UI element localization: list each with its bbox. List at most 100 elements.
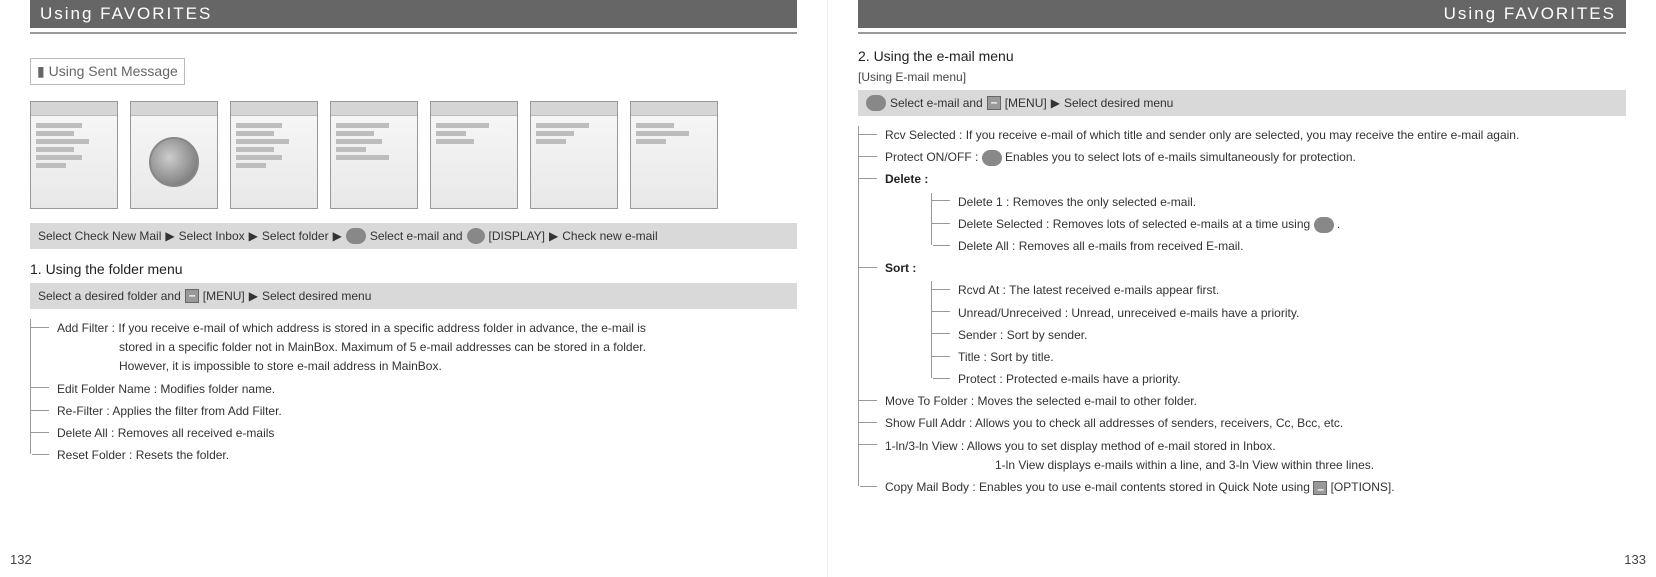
tree-label: [OPTIONS]. — [1331, 480, 1395, 494]
tree-item: Re-Filter : Applies the filter from Add … — [45, 402, 797, 421]
step-text: [MENU] — [1005, 96, 1047, 110]
tree-label-cont: stored in a specific folder not in MainB… — [57, 338, 797, 357]
document-spread: Using FAVORITES ▮ Using Sent Message — [0, 0, 1656, 577]
tree-subitem: Rcvd At : The latest received e-mails ap… — [946, 281, 1626, 300]
tree-item: Edit Folder Name : Modifies folder name. — [45, 380, 797, 399]
step-text: Select e-mail and — [370, 229, 463, 243]
bracket-note: [Using E-mail menu] — [858, 70, 1626, 84]
step-text: Select desired menu — [1064, 96, 1173, 110]
page-number-right: 133 — [1624, 552, 1646, 567]
display-button-icon — [467, 228, 485, 244]
instruction-strip-2: Select a desired folder and [MENU] ▶ Sel… — [30, 283, 797, 309]
tree-label: 1-ln/3-ln View : Allows you to set displ… — [885, 439, 1276, 453]
instruction-strip-1: Select Check New Mail ▶ Select Inbox ▶ S… — [30, 223, 797, 249]
subsection-heading: 2. Using the e-mail menu — [858, 48, 1626, 64]
menu-button-icon — [987, 96, 1001, 110]
tree-label: Title : Sort by title. — [958, 350, 1054, 364]
step-text: Select a desired folder and — [38, 289, 181, 303]
tree-label: Delete All : Removes all received e-mail… — [57, 426, 274, 440]
phone-screenshot — [630, 101, 718, 209]
step-text: Select desired menu — [262, 289, 371, 303]
instruction-strip-right: Select e-mail and [MENU] ▶ Select desire… — [858, 90, 1626, 116]
tree-label: Copy Mail Body : Enables you to use e-ma… — [885, 480, 1313, 494]
arrow-icon: ▶ — [165, 229, 174, 243]
arrow-icon: ▶ — [333, 229, 342, 243]
tree-item: Add Filter : If you receive e-mail of wh… — [45, 319, 797, 377]
tree-label: Sort : — [885, 261, 916, 275]
tree-label: Add Filter : If you receive e-mail of wh… — [57, 321, 646, 335]
tree-label: Delete Selected : Removes lots of select… — [958, 217, 1314, 231]
tree-subitem: Delete All : Removes all e-mails from re… — [946, 237, 1626, 256]
menu-button-icon — [185, 289, 199, 303]
tree-label: Sender : Sort by sender. — [958, 328, 1087, 342]
tree-label: Enables you to select lots of e-mails si… — [1005, 150, 1356, 164]
menu-button-icon — [1313, 481, 1327, 495]
arrow-icon: ▶ — [249, 229, 258, 243]
tree-label: Delete : — [885, 172, 928, 186]
arrow-icon: ▶ — [1051, 96, 1060, 110]
tree-item: Protect ON/OFF : Enables you to select l… — [873, 148, 1626, 167]
page-left: Using FAVORITES ▮ Using Sent Message — [0, 0, 828, 577]
tree-item: 1-ln/3-ln View : Allows you to set displ… — [873, 437, 1626, 475]
tree-subitem: Protect : Protected e-mails have a prior… — [946, 370, 1626, 389]
phone-screenshot — [230, 101, 318, 209]
divider — [30, 32, 797, 34]
tree-item: Delete All : Removes all received e-mail… — [45, 424, 797, 443]
tree-item: Sort : Rcvd At : The latest received e-m… — [873, 259, 1626, 389]
tree-subitem: Delete 1 : Removes the only selected e-m… — [946, 193, 1626, 212]
step-text: Select Inbox — [179, 229, 245, 243]
tree-label: Delete 1 : Removes the only selected e-m… — [958, 195, 1196, 209]
tree-item: Rcv Selected : If you receive e-mail of … — [873, 126, 1626, 145]
step-text: [DISPLAY] — [489, 229, 545, 243]
menu-tree-left: Add Filter : If you receive e-mail of wh… — [30, 319, 797, 465]
step-text: Select e-mail and — [890, 96, 983, 110]
tree-subitem: Title : Sort by title. — [946, 348, 1626, 367]
screenshot-row — [30, 101, 797, 209]
tree-subitem: Sender : Sort by sender. — [946, 326, 1626, 345]
subsection-heading: 1. Using the folder menu — [30, 261, 797, 277]
tree-subitem: Unread/Unreceived : Unread, unreceived e… — [946, 304, 1626, 323]
tree-item: Reset Folder : Resets the folder. — [45, 446, 797, 465]
tree-label: Unread/Unreceived : Unread, unreceived e… — [958, 306, 1299, 320]
phone-screenshot — [330, 101, 418, 209]
tree-label: Rcv Selected : If you receive e-mail of … — [885, 128, 1519, 142]
tree-label: Show Full Addr : Allows you to check all… — [885, 416, 1343, 430]
tree-label: Move To Folder : Moves the selected e-ma… — [885, 394, 1197, 408]
nav-pad-icon — [866, 95, 886, 111]
divider — [858, 32, 1626, 34]
title-text: Using FAVORITES — [40, 4, 212, 24]
nav-pad-icon — [1314, 217, 1334, 233]
nav-pad-icon — [346, 228, 366, 244]
tree-item: Delete : Delete 1 : Removes the only sel… — [873, 170, 1626, 256]
step-text: [MENU] — [203, 289, 245, 303]
tree-label: Reset Folder : Resets the folder. — [57, 448, 229, 462]
arrow-icon: ▶ — [549, 229, 558, 243]
tree-item: Move To Folder : Moves the selected e-ma… — [873, 392, 1626, 411]
phone-screenshot — [430, 101, 518, 209]
page-title-right: Using FAVORITES — [858, 0, 1626, 28]
arrow-icon: ▶ — [249, 289, 258, 303]
phone-screenshot — [130, 101, 218, 209]
step-text: Check new e-mail — [562, 229, 657, 243]
step-text: Select folder — [262, 229, 329, 243]
tree-label-cont: However, it is impossible to store e-mai… — [57, 357, 797, 376]
menu-tree-right: Rcv Selected : If you receive e-mail of … — [858, 126, 1626, 497]
section-heading: ▮ Using Sent Message — [30, 58, 185, 85]
tree-item: Show Full Addr : Allows you to check all… — [873, 414, 1626, 433]
tree-label: Protect ON/OFF : — [885, 150, 982, 164]
page-right: Using FAVORITES 2. Using the e-mail menu… — [828, 0, 1656, 577]
phone-screenshot — [530, 101, 618, 209]
page-title-left: Using FAVORITES — [30, 0, 797, 28]
tree-item: Copy Mail Body : Enables you to use e-ma… — [873, 478, 1626, 497]
title-text: Using FAVORITES — [1444, 4, 1616, 24]
tree-label: Edit Folder Name : Modifies folder name. — [57, 382, 275, 396]
tree-label: . — [1337, 217, 1340, 231]
nav-pad-icon — [982, 150, 1002, 166]
tree-label: Protect : Protected e-mails have a prior… — [958, 372, 1181, 386]
page-number-left: 132 — [10, 552, 32, 567]
tree-label: Rcvd At : The latest received e-mails ap… — [958, 283, 1219, 297]
tree-label-cont: 1-ln View displays e-mails within a line… — [885, 456, 1626, 475]
step-text: Select Check New Mail — [38, 229, 161, 243]
tree-label: Re-Filter : Applies the filter from Add … — [57, 404, 282, 418]
phone-screenshot — [30, 101, 118, 209]
